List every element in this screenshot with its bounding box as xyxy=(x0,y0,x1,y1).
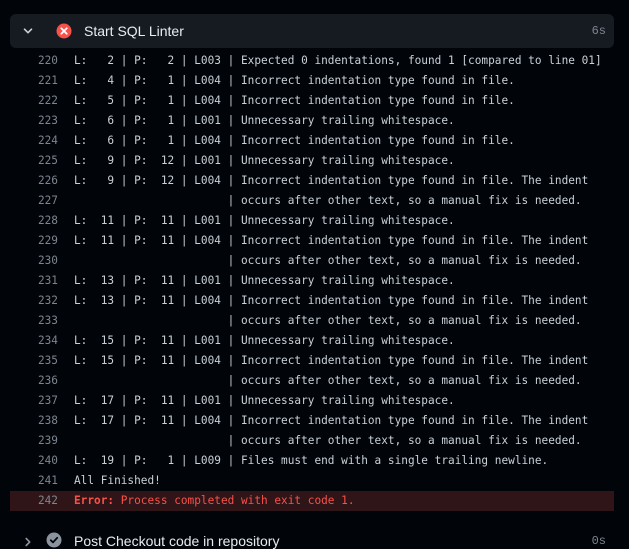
log-line: 240 L: 19 | P: 1 | L009 | Files must end … xyxy=(10,451,614,471)
line-number[interactable]: 223 xyxy=(28,111,58,131)
log-line: 221 L: 4 | P: 1 | L004 | Incorrect indent… xyxy=(10,71,614,91)
log-line-error: 242 Error: Process completed with exit co… xyxy=(10,491,614,511)
line-text: L: 5 | P: 1 | L004 | Incorrect indentati… xyxy=(74,94,515,107)
line-number[interactable]: 222 xyxy=(28,91,58,111)
chevron-down-icon[interactable] xyxy=(22,25,34,37)
line-number[interactable]: 235 xyxy=(28,351,58,371)
line-number[interactable]: 233 xyxy=(28,311,58,331)
line-text: L: 15 | P: 11 | L001 | Unnecessary trail… xyxy=(74,334,455,347)
line-number[interactable]: 239 xyxy=(28,431,58,451)
line-number[interactable]: 241 xyxy=(28,471,58,491)
log-line: 238 L: 17 | P: 11 | L004 | Incorrect inde… xyxy=(10,411,614,431)
log-line: 229 L: 11 | P: 11 | L004 | Incorrect inde… xyxy=(10,231,614,251)
line-text: | occurs after other text, so a manual f… xyxy=(74,194,582,207)
log-line: 222 L: 5 | P: 1 | L004 | Incorrect indent… xyxy=(10,91,614,111)
line-number[interactable]: 229 xyxy=(28,231,58,251)
line-text: Error: Process completed with exit code … xyxy=(74,491,355,511)
log-line: 239 | occurs after other text, so a manu… xyxy=(10,431,614,451)
log-line: 235 L: 15 | P: 11 | L004 | Incorrect inde… xyxy=(10,351,614,371)
line-text: | occurs after other text, so a manual f… xyxy=(74,314,582,327)
line-number[interactable]: 228 xyxy=(28,211,58,231)
line-number[interactable]: 224 xyxy=(28,131,58,151)
line-text: | occurs after other text, so a manual f… xyxy=(74,374,582,387)
line-number[interactable]: 240 xyxy=(28,451,58,471)
chevron-right-icon[interactable] xyxy=(22,536,34,548)
line-number[interactable]: 227 xyxy=(28,191,58,211)
line-number[interactable]: 230 xyxy=(28,251,58,271)
line-text: L: 6 | P: 1 | L001 | Unnecessary trailin… xyxy=(74,114,455,127)
step-header-post-checkout[interactable]: Post Checkout code in repository 0s xyxy=(10,528,614,549)
job-log-panel: Start SQL Linter 6s 220 L: 2 | P: 2 | L00… xyxy=(0,0,629,549)
line-text: | occurs after other text, so a manual f… xyxy=(74,254,582,267)
log-line: 226 L: 9 | P: 12 | L004 | Incorrect inden… xyxy=(10,171,614,191)
error-label: Error: xyxy=(74,494,115,507)
line-text: L: 2 | P: 2 | L003 | Expected 0 indentat… xyxy=(74,54,602,67)
line-text: L: 9 | P: 12 | L001 | Unnecessary traili… xyxy=(74,154,455,167)
line-text: L: 11 | P: 11 | L004 | Incorrect indenta… xyxy=(74,234,589,247)
log-output: 220 L: 2 | P: 2 | L003 | Expected 0 inden… xyxy=(10,51,614,511)
x-circle-fill-icon xyxy=(56,23,72,39)
line-text: L: 11 | P: 11 | L001 | Unnecessary trail… xyxy=(74,214,455,227)
line-text: L: 17 | P: 11 | L004 | Incorrect indenta… xyxy=(74,414,589,427)
line-text: L: 6 | P: 1 | L004 | Incorrect indentati… xyxy=(74,134,515,147)
line-number[interactable]: 234 xyxy=(28,331,58,351)
line-number[interactable]: 220 xyxy=(28,51,58,71)
line-text: L: 17 | P: 11 | L001 | Unnecessary trail… xyxy=(74,394,455,407)
line-number[interactable]: 242 xyxy=(28,491,58,511)
line-number[interactable]: 225 xyxy=(28,151,58,171)
line-number[interactable]: 226 xyxy=(28,171,58,191)
line-text: L: 9 | P: 12 | L004 | Incorrect indentat… xyxy=(74,174,589,187)
step-duration: 6s xyxy=(591,24,606,38)
log-line: 230 | occurs after other text, so a manu… xyxy=(10,251,614,271)
log-line: 233 | occurs after other text, so a manu… xyxy=(10,311,614,331)
log-line: 237 L: 17 | P: 11 | L001 | Unnecessary tr… xyxy=(10,391,614,411)
line-number[interactable]: 237 xyxy=(28,391,58,411)
log-line: 228 L: 11 | P: 11 | L001 | Unnecessary tr… xyxy=(10,211,614,231)
error-message: Process completed with exit code 1. xyxy=(114,494,355,507)
line-number[interactable]: 236 xyxy=(28,371,58,391)
log-line: 223 L: 6 | P: 1 | L001 | Unnecessary trai… xyxy=(10,111,614,131)
step-duration: 0s xyxy=(591,534,606,548)
line-number[interactable]: 238 xyxy=(28,411,58,431)
skipped-circle-icon xyxy=(46,532,62,548)
line-number[interactable]: 231 xyxy=(28,271,58,291)
line-number[interactable]: 232 xyxy=(28,291,58,311)
line-text: All Finished! xyxy=(74,474,161,487)
line-text: L: 19 | P: 1 | L009 | Files must end wit… xyxy=(74,454,549,467)
step-header-start-sql-linter[interactable]: Start SQL Linter 6s xyxy=(10,14,614,48)
log-line: 232 L: 13 | P: 11 | L004 | Incorrect inde… xyxy=(10,291,614,311)
line-text: L: 13 | P: 11 | L001 | Unnecessary trail… xyxy=(74,274,455,287)
log-line: 225 L: 9 | P: 12 | L001 | Unnecessary tra… xyxy=(10,151,614,171)
step-title: Start SQL Linter xyxy=(84,23,184,39)
log-line: 224 L: 6 | P: 1 | L004 | Incorrect indent… xyxy=(10,131,614,151)
log-line: 236 | occurs after other text, so a manu… xyxy=(10,371,614,391)
log-line: 241 All Finished! xyxy=(10,471,614,491)
log-line: 231 L: 13 | P: 11 | L001 | Unnecessary tr… xyxy=(10,271,614,291)
log-line: 220 L: 2 | P: 2 | L003 | Expected 0 inden… xyxy=(10,51,614,71)
line-text: L: 13 | P: 11 | L004 | Incorrect indenta… xyxy=(74,294,589,307)
line-text: L: 4 | P: 1 | L004 | Incorrect indentati… xyxy=(74,74,515,87)
line-text: L: 15 | P: 11 | L004 | Incorrect indenta… xyxy=(74,354,589,367)
step-title: Post Checkout code in repository xyxy=(74,533,280,549)
line-text: | occurs after other text, so a manual f… xyxy=(74,434,582,447)
log-line: 234 L: 15 | P: 11 | L001 | Unnecessary tr… xyxy=(10,331,614,351)
log-line: 227 | occurs after other text, so a manu… xyxy=(10,191,614,211)
line-number[interactable]: 221 xyxy=(28,71,58,91)
